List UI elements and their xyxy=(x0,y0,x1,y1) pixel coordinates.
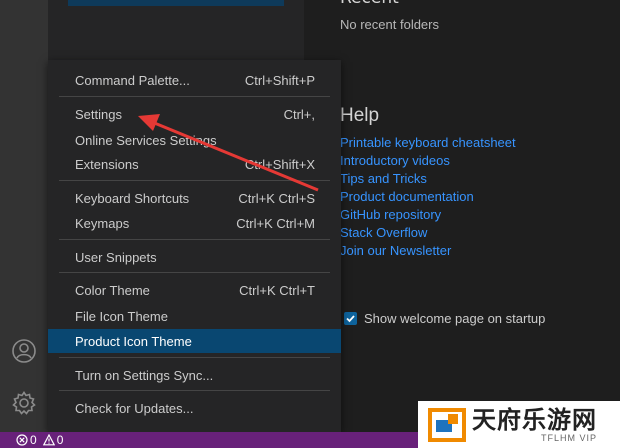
no-recent-folders-text: No recent folders xyxy=(340,17,439,32)
menu-item-label: File Icon Theme xyxy=(75,308,168,324)
account-icon[interactable] xyxy=(0,331,48,371)
menu-item-label: Settings xyxy=(75,106,122,122)
menu-item-user-snippets[interactable]: User Snippets xyxy=(48,245,341,269)
menu-item-shortcut: Ctrl+Shift+P xyxy=(244,72,315,88)
menu-item-color-theme[interactable]: Color Theme Ctrl+K Ctrl+T xyxy=(48,278,341,302)
menu-item-label: Turn on Settings Sync... xyxy=(75,367,214,383)
menu-item-label: Check for Updates... xyxy=(75,400,194,416)
menu-item-settings-sync[interactable]: Turn on Settings Sync... xyxy=(48,363,341,387)
problems-warnings[interactable]: 0 xyxy=(42,433,64,447)
menu-item-label: Keymaps xyxy=(75,215,130,231)
watermark-logo-icon xyxy=(428,407,466,442)
help-links: Printable keyboard cheatsheet Introducto… xyxy=(340,134,516,260)
menu-item-online-services-settings[interactable]: Online Services Settings xyxy=(48,128,341,152)
menu-item-shortcut: Ctrl+, xyxy=(283,106,315,122)
menu-item-label: Keyboard Shortcuts xyxy=(75,190,190,206)
show-welcome-label: Show welcome page on startup xyxy=(364,311,546,326)
activity-bar xyxy=(0,0,48,432)
watermark: 天府乐游网 TFLHM VIP xyxy=(418,401,620,448)
help-link-tips-and-tricks[interactable]: Tips and Tricks xyxy=(340,170,516,188)
error-icon xyxy=(16,434,28,446)
help-link-github-repository[interactable]: GitHub repository xyxy=(340,206,516,224)
help-link-product-documentation[interactable]: Product documentation xyxy=(340,188,516,206)
menu-item-label: Online Services Settings xyxy=(75,132,217,148)
menu-separator xyxy=(59,390,330,391)
menu-item-label: Color Theme xyxy=(75,282,150,298)
menu-item-label: Product Icon Theme xyxy=(75,333,192,349)
watermark-text: 天府乐游网 xyxy=(472,405,597,434)
gear-icon[interactable] xyxy=(0,383,48,423)
help-link-stack-overflow[interactable]: Stack Overflow xyxy=(340,224,516,242)
menu-separator xyxy=(59,272,330,273)
menu-item-shortcut: Ctrl+K Ctrl+S xyxy=(238,190,315,206)
manage-menu: Command Palette... Ctrl+Shift+P Settings… xyxy=(48,60,341,432)
help-link-keyboard-cheatsheet[interactable]: Printable keyboard cheatsheet xyxy=(340,134,516,152)
sidebar-selected-item[interactable] xyxy=(68,0,284,6)
menu-item-shortcut: Ctrl+K Ctrl+M xyxy=(236,215,315,231)
show-welcome-option[interactable]: Show welcome page on startup xyxy=(344,311,545,326)
menu-item-shortcut: Ctrl+Shift+X xyxy=(244,156,315,172)
menu-separator xyxy=(59,239,330,240)
menu-item-product-icon-theme[interactable]: Product Icon Theme xyxy=(48,329,341,353)
help-link-introductory-videos[interactable]: Introductory videos xyxy=(340,152,516,170)
warning-icon xyxy=(42,434,55,446)
help-link-newsletter[interactable]: Join our Newsletter xyxy=(340,242,516,260)
menu-separator xyxy=(59,357,330,358)
menu-item-keyboard-shortcuts[interactable]: Keyboard Shortcuts Ctrl+K Ctrl+S xyxy=(48,186,341,210)
show-welcome-checkbox[interactable] xyxy=(344,312,357,325)
recent-heading: Recent xyxy=(340,0,399,8)
error-count: 0 xyxy=(30,433,37,447)
menu-item-label: Extensions xyxy=(75,156,139,172)
help-heading: Help xyxy=(340,105,380,126)
watermark-subtext: TFLHM VIP xyxy=(540,432,597,443)
menu-item-keymaps[interactable]: Keymaps Ctrl+K Ctrl+M xyxy=(48,211,341,235)
menu-item-file-icon-theme[interactable]: File Icon Theme xyxy=(48,304,341,328)
warning-count: 0 xyxy=(56,433,64,447)
menu-item-extensions[interactable]: Extensions Ctrl+Shift+X xyxy=(48,152,341,176)
menu-separator xyxy=(59,96,330,97)
menu-item-check-for-updates[interactable]: Check for Updates... xyxy=(48,396,341,420)
menu-item-command-palette[interactable]: Command Palette... Ctrl+Shift+P xyxy=(48,68,341,92)
problems-errors[interactable]: 0 xyxy=(16,433,37,447)
menu-item-label: User Snippets xyxy=(75,249,157,265)
menu-item-label: Command Palette... xyxy=(75,72,190,88)
menu-item-settings[interactable]: Settings Ctrl+, xyxy=(48,102,341,126)
menu-separator xyxy=(59,180,330,181)
menu-item-shortcut: Ctrl+K Ctrl+T xyxy=(239,282,315,298)
